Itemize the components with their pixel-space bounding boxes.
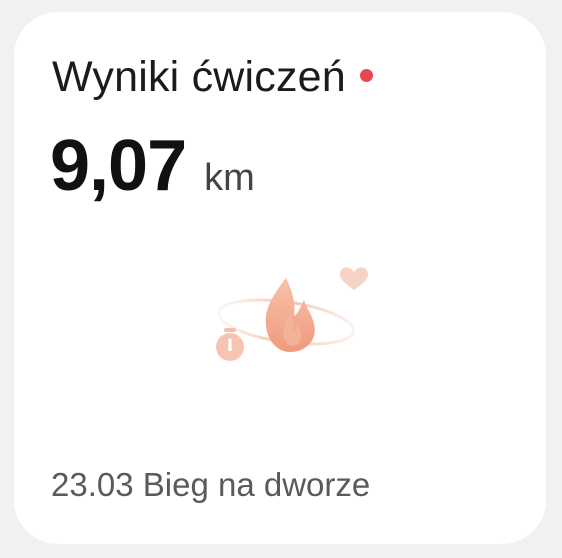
- title-row: Wyniki ćwiczeń: [52, 56, 373, 99]
- distance-value: 9,07: [50, 126, 187, 206]
- widget-title: Wyniki ćwiczeń: [52, 53, 346, 101]
- stopwatch-icon: [216, 328, 244, 361]
- workout-info: 23.03 Bieg na dworze: [51, 466, 371, 503]
- flame-icon: [265, 278, 315, 352]
- heart-icon: [340, 267, 368, 290]
- exercise-results-widget[interactable]: Wyniki ćwiczeń 9,07 km 23.03 Bieg na dwo…: [14, 12, 546, 544]
- notification-dot: [359, 69, 373, 82]
- distance-row: 9,07 km: [50, 130, 255, 202]
- workout-illustration: [216, 267, 368, 361]
- distance-unit: km: [204, 157, 255, 199]
